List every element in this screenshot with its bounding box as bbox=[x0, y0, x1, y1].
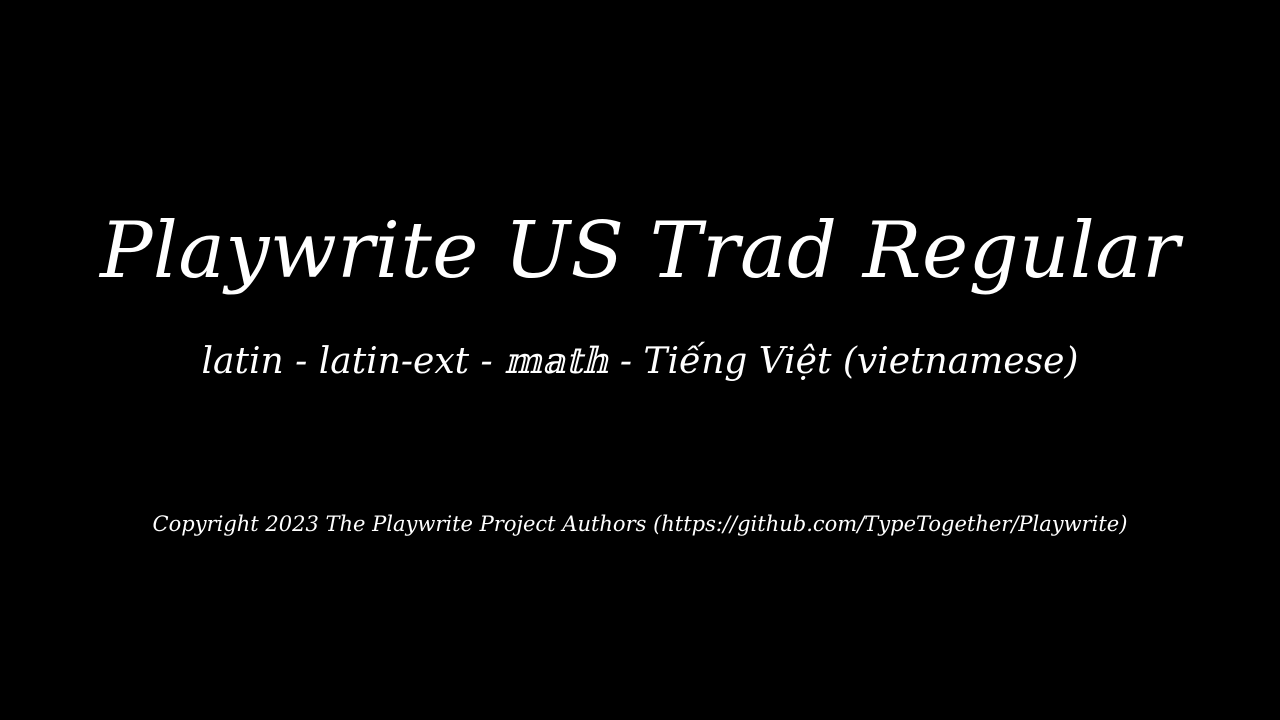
font-preview-canvas: Playwrite US Trad Regular latin - latin-… bbox=[0, 0, 1280, 720]
supported-scripts-line: latin - latin-ext - 𝕞𝕒𝕥𝕙 - Tiếng Việt (v… bbox=[201, 341, 1079, 382]
font-name-title: Playwrite US Trad Regular bbox=[99, 206, 1181, 296]
copyright-notice: Copyright 2023 The Playwrite Project Aut… bbox=[152, 512, 1128, 536]
